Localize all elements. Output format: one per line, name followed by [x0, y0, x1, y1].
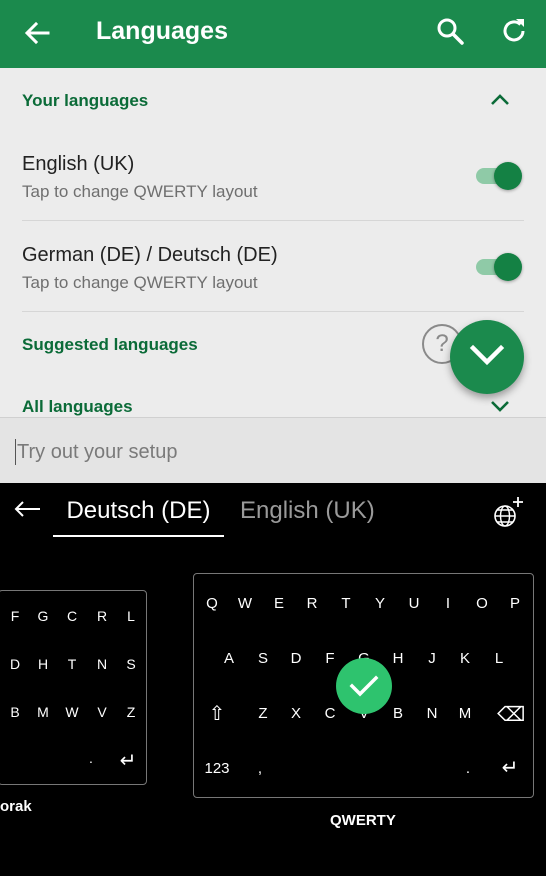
key: Q	[206, 595, 218, 612]
chevron-up-icon[interactable]	[489, 92, 511, 108]
dvorak-layout-preview[interactable]: F G C R L D H T N S B M W V Z . ↵	[0, 590, 147, 785]
language-subtitle: Tap to change QWERTY layout	[22, 182, 258, 201]
try-setup-input[interactable]: Try out your setup	[0, 417, 546, 483]
key: C	[66, 608, 78, 624]
key: 123	[204, 760, 230, 777]
key: S	[257, 650, 268, 667]
key: W	[237, 595, 253, 612]
english-toggle[interactable]	[476, 160, 522, 190]
key: E	[273, 595, 284, 612]
key: B	[392, 705, 403, 722]
key: .	[89, 750, 93, 766]
key: Y	[374, 595, 385, 612]
shift-key-icon: ⇧	[208, 703, 226, 725]
keyboard-layout-picker: Deutsch (DE) English (UK) F G C R L D H …	[0, 483, 546, 876]
key: X	[290, 705, 301, 722]
key: J	[428, 650, 436, 667]
back-arrow-icon[interactable]	[12, 499, 42, 519]
german-toggle[interactable]	[476, 251, 522, 281]
scroll-down-fab[interactable]	[450, 320, 524, 394]
key: Z	[258, 705, 268, 722]
all-languages-header[interactable]: All languages	[22, 397, 133, 417]
backspace-key-icon: ⌫	[497, 704, 526, 726]
tab-english[interactable]: English (UK)	[240, 497, 375, 525]
key: C	[324, 705, 336, 722]
key: F	[325, 650, 335, 667]
tab-deutsch[interactable]: Deutsch (DE)	[53, 497, 224, 525]
key: R	[96, 608, 108, 624]
key: R	[306, 595, 318, 612]
try-setup-placeholder: Try out your setup	[17, 441, 178, 463]
key: Z	[126, 704, 136, 720]
key: W	[65, 704, 79, 720]
language-name: English (UK)	[22, 153, 135, 175]
key: L	[127, 608, 135, 624]
key: D	[290, 650, 302, 667]
app-bar: Languages	[0, 0, 546, 68]
key: ,	[257, 760, 263, 777]
selected-layout-check-icon	[336, 658, 392, 714]
chevron-down-icon	[469, 344, 505, 366]
key: .	[465, 760, 471, 777]
key: T	[67, 656, 77, 672]
text-cursor	[15, 439, 16, 465]
key: G	[37, 608, 49, 624]
active-tab-indicator	[53, 535, 224, 537]
key: S	[126, 656, 136, 672]
key: L	[494, 650, 504, 667]
key: H	[37, 656, 49, 672]
key: F	[10, 608, 20, 624]
page-title: Languages	[96, 17, 228, 45]
key: P	[509, 595, 520, 612]
language-subtitle: Tap to change QWERTY layout	[22, 273, 258, 292]
key: M	[37, 704, 49, 720]
key: N	[96, 656, 108, 672]
back-arrow-icon[interactable]	[20, 16, 54, 50]
key: N	[426, 705, 438, 722]
chevron-down-icon[interactable]	[489, 398, 511, 414]
divider	[22, 220, 524, 221]
key: B	[10, 704, 20, 720]
key: V	[97, 704, 107, 720]
your-languages-header[interactable]: Your languages	[22, 91, 148, 111]
refresh-icon[interactable]	[498, 15, 530, 47]
key: H	[392, 650, 404, 667]
layout-label-right: QWERTY	[330, 812, 396, 829]
search-icon[interactable]	[434, 15, 466, 47]
key: K	[459, 650, 470, 667]
suggested-languages-header[interactable]: Suggested languages	[22, 335, 198, 355]
key: O	[476, 595, 488, 612]
key: D	[9, 656, 21, 672]
enter-key-icon: ↵	[501, 757, 519, 779]
enter-key-icon: ↵	[119, 750, 137, 772]
add-language-globe-icon[interactable]	[492, 495, 526, 529]
key: U	[408, 595, 420, 612]
divider	[22, 311, 524, 312]
key: A	[223, 650, 234, 667]
key: T	[341, 595, 351, 612]
key: M	[458, 705, 472, 722]
language-name: German (DE) / Deutsch (DE)	[22, 244, 278, 266]
layout-label-left: orak	[0, 798, 32, 815]
key: I	[445, 595, 451, 612]
